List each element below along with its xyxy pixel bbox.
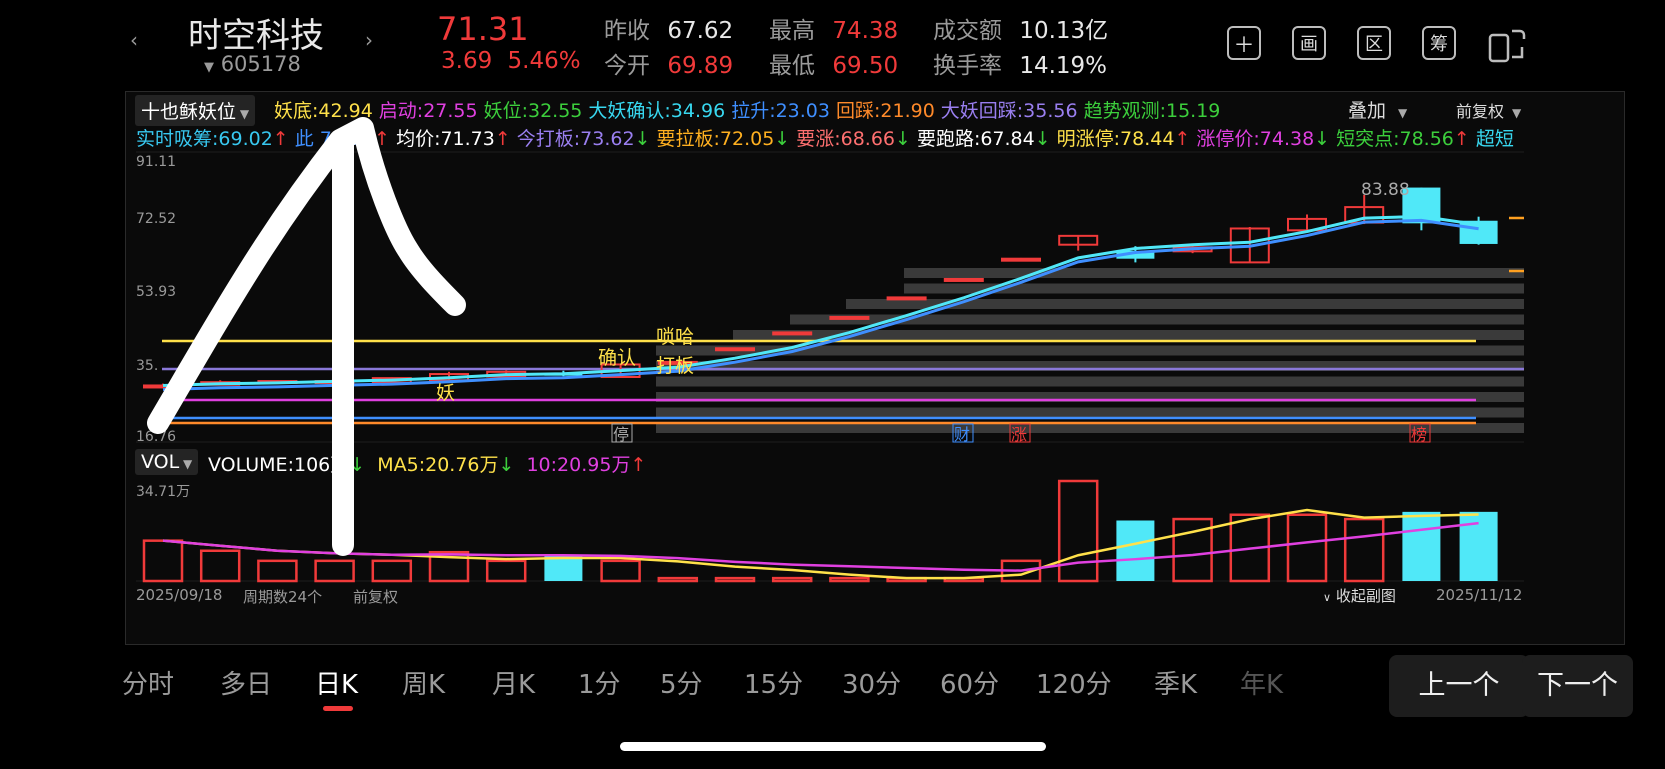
chevron-down-icon: ∨ [1323,591,1332,604]
candle-body [943,277,984,282]
chip-band [656,423,1524,433]
volume-ma10-line [162,521,1479,572]
zhang-marker: 涨 [1011,425,1027,444]
price-axis-label: 91.11 [136,154,176,170]
footer-adjust: 前复权 [353,588,399,606]
volume-bar [1286,513,1328,583]
tab-9[interactable]: 60分 [940,664,999,701]
candle-body [886,296,927,301]
stock-name: 时空科技 [188,16,324,56]
volume-bar [371,559,413,583]
volume-bar [1057,479,1099,583]
cai-marker: 财 [954,425,970,444]
volume-bar [714,576,756,583]
tab-6[interactable]: 5分 [660,664,703,701]
chip-band [904,268,1524,278]
tab-4[interactable]: 月K [492,664,535,701]
volume-bar [485,559,527,583]
chevron-down-icon: ▼ [204,60,214,75]
range-stats-icon[interactable]: 区 [1357,26,1391,60]
change-pct: 5.46% [507,48,581,74]
tab-0[interactable]: 分时 [122,664,174,701]
daban-marker: 打板 [656,355,694,377]
chevron-down-icon: ▼ [179,457,193,471]
peak-value-label: 83.88 [1361,180,1410,200]
prev-stock-button[interactable]: 上一个 [1389,655,1529,717]
current-price: 71.31 [437,10,529,48]
change-value: 3.69 [441,48,493,74]
volume-axis-max: 34.71万 [136,484,190,500]
tab-1[interactable]: 多日 [220,664,272,701]
price-axis-label: 35. [136,358,158,374]
tab-2[interactable]: 日K [315,664,358,711]
next-stock-arrow[interactable]: › [365,28,373,52]
yao-marker: 妖 [436,382,455,404]
start-date: 2025/09/18 [136,586,223,604]
collapse-subchart-button[interactable]: ∨ 收起副图 [1323,585,1396,606]
chip-band [656,376,1524,387]
next-stock-button[interactable]: 下一个 [1522,655,1633,717]
volume-legend: VOLUME:106万↓ MA5:20.76万↓ 10:20.95万↑ [208,454,647,476]
add-watchlist-icon[interactable]: ＋ [1227,26,1261,60]
volume-bar [771,576,813,583]
volume-bar [829,576,870,583]
active-tab-indicator [323,706,353,711]
prev-stock-arrow[interactable]: ‹ [130,28,138,52]
stock-code: 605178 [220,52,301,76]
tab-10[interactable]: 120分 [1036,664,1112,701]
volume-bar [1343,517,1385,583]
chip-distribution-icon[interactable]: 筹 [1422,26,1456,60]
volume-bar [314,559,355,583]
draw-tool-icon[interactable]: 画 [1292,26,1326,60]
price-axis-label: 53.93 [136,284,176,300]
volume-bar [600,559,641,583]
turnover: 成交额 10.13亿 [933,18,1109,44]
candle-body [772,331,813,336]
tab-7[interactable]: 15分 [744,664,803,701]
chip-band [656,407,1524,418]
suona-marker: 唢哈 [656,326,694,348]
open-price: 今开 69.89 [604,53,734,79]
tab-8[interactable]: 30分 [842,664,901,701]
volume-selector[interactable]: VOL ▼ [135,449,199,475]
volume-bar [1402,511,1441,581]
price-axis-label: 72.52 [136,211,176,227]
tab-5[interactable]: 1分 [578,664,621,701]
kline-panel[interactable]: 十也稣妖位 ▼ 妖底:42.94 启动:27.55 妖位:32.55 大妖确认:34.… [125,91,1625,645]
volume-bar [257,559,298,583]
price-chart[interactable]: 91.11 72.52 53.93 35. 16.76 83.88 妖 确认唢哈打板停 财 涨 榜 3… [126,92,1624,644]
period-count: 周期数24个 [243,588,323,606]
low-price: 最低 69.50 [769,53,899,79]
prev-close: 昨收 67.62 [604,18,734,44]
tab-12[interactable]: 年K [1240,664,1283,701]
candle-body [715,347,755,352]
volume-bar [142,539,184,583]
stock-code-dropdown[interactable]: ▼ 605178 [204,52,301,76]
candle-body [1001,257,1041,262]
volume-bar [1459,511,1498,581]
home-indicator [620,742,1046,751]
tab-11[interactable]: 季K [1154,664,1197,701]
price-change: 3.69 5.46% [441,48,581,74]
confirm-marker: 确认 [598,347,636,369]
price-axis-label: 16.76 [136,429,176,445]
high-price: 最高 74.38 [769,18,899,44]
volume-bar [657,576,699,583]
stop-marker: 停 [613,425,629,444]
volume-bar [1116,520,1155,581]
candle-body [829,315,870,320]
volume-bar [199,549,241,583]
rotate-screen-icon[interactable] [1488,27,1526,63]
turnover-rate: 换手率 14.19% [933,53,1108,79]
tab-3[interactable]: 周K [402,664,445,701]
end-date: 2025/11/12 [1436,586,1523,604]
bang-marker: 榜 [1411,425,1427,444]
